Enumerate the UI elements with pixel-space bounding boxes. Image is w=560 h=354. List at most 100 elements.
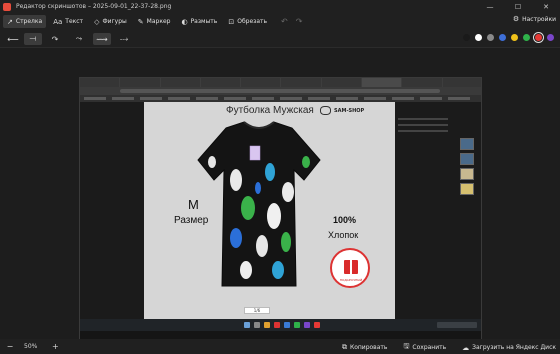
editor-canvas[interactable]: Футболка Мужская SAM-SHOP M Размер 100% … (0, 48, 560, 352)
browser-tab (281, 78, 322, 87)
color-swatch-black[interactable] (463, 34, 470, 41)
save-button[interactable]: 🖫 Сохранить (403, 342, 446, 353)
window-controls: — ☐ ✕ (476, 0, 560, 13)
cotton-label: Хлопок (328, 230, 359, 240)
gift-badge: ПОДАРОЧНЫЙ (330, 248, 370, 288)
tool-options-bar: ⟵ ⟞ ↷ ⤳ ⟿ ⤏ (0, 30, 560, 48)
text-tool[interactable]: Aa Текст (49, 15, 87, 28)
arrow-tool[interactable]: ↗ Стрелка (3, 15, 47, 28)
arrow-style-thick-icon[interactable]: ⟿ (93, 33, 111, 45)
color-swatch-gray[interactable] (487, 34, 494, 41)
crop-icon: ⊡ (228, 17, 235, 26)
marker-icon: ✎ (137, 17, 144, 26)
app-icon (313, 322, 320, 328)
crop-tool-label: Обрезать (237, 18, 268, 25)
bookmark (308, 97, 330, 100)
color-swatch-red[interactable] (535, 34, 542, 41)
window-title: Редактор скриншотов – 2025-09-01_22-37-2… (16, 3, 172, 10)
arrow-tool-label: Стрелка (15, 18, 43, 25)
text-line (398, 118, 448, 120)
crop-tool[interactable]: ⊡ Обрезать (224, 15, 271, 28)
color-swatch-white[interactable] (475, 34, 482, 41)
bookmark (168, 97, 190, 100)
bookmark (280, 97, 302, 100)
browser-tab (160, 78, 201, 87)
arrow-style-curved-icon[interactable]: ↷ (46, 33, 64, 45)
bookmark (420, 97, 442, 100)
save-icon: 🖫 (403, 342, 410, 350)
cotton-percent: 100% (333, 215, 357, 225)
shapes-tool[interactable]: ◇ Фигуры (90, 15, 131, 28)
app-icon (303, 322, 310, 328)
gear-icon: ⚙ (512, 15, 520, 23)
search-icon (253, 322, 260, 328)
brand-logo-icon (320, 106, 331, 115)
size-letter: M (188, 197, 199, 212)
bottom-bar: − 50% + ⧉ Копировать 🖫 Сохранить ☁ Загру… (0, 339, 560, 354)
minimize-button[interactable]: — (476, 0, 504, 13)
app-icon (293, 322, 300, 328)
color-swatch-green[interactable] (523, 34, 530, 41)
browser-tab (362, 78, 403, 87)
close-button[interactable]: ✕ (532, 0, 560, 13)
browser-tab (241, 78, 282, 87)
bookmark (364, 97, 386, 100)
zoom-out-button[interactable]: − (4, 342, 16, 351)
browser-tab (120, 78, 161, 87)
thumbnail-strip (460, 138, 474, 198)
bookmark (224, 97, 246, 100)
save-label: Сохранить (412, 344, 447, 351)
shapes-tool-label: Фигуры (102, 18, 127, 25)
upload-label: Загрузить на Яндекс Диск (472, 344, 556, 351)
browser-tab-strip (80, 78, 481, 87)
blur-tool[interactable]: ◐ Размыть (177, 15, 221, 28)
browser-tab (321, 78, 363, 87)
marker-tool[interactable]: ✎ Маркер (134, 15, 175, 28)
url-field (120, 89, 440, 93)
blur-tool-label: Размыть (190, 18, 218, 25)
screenshot-image[interactable]: Футболка Мужская SAM-SHOP M Размер 100% … (79, 77, 482, 352)
thumbnail (460, 168, 474, 180)
text-tool-label: Текст (65, 18, 84, 25)
copy-label: Копировать (349, 344, 388, 351)
zoom-in-button[interactable]: + (49, 342, 61, 351)
bookmark (392, 97, 414, 100)
copy-icon: ⧉ (341, 343, 347, 351)
history-controls: ↶ ↷ (281, 17, 310, 26)
title-bar: Редактор скриншотов – 2025-09-01_22-37-2… (0, 0, 560, 13)
folder-icon (263, 322, 270, 328)
thumbnail (460, 153, 474, 165)
color-swatch-blue[interactable] (499, 34, 506, 41)
bookmark (336, 97, 358, 100)
undo-icon[interactable]: ↶ (281, 17, 288, 26)
bookmark (448, 97, 470, 100)
settings-button[interactable]: ⚙ Настройки (513, 15, 556, 23)
color-swatch-yellow[interactable] (511, 34, 518, 41)
redo-icon[interactable]: ↷ (296, 17, 303, 26)
bookmark (112, 97, 134, 100)
arrow-style-marker-icon[interactable]: ⟞ (24, 33, 42, 45)
product-photo: Футболка Мужская SAM-SHOP M Размер 100% … (144, 102, 395, 319)
copy-button[interactable]: ⧉ Копировать (342, 343, 387, 352)
maximize-button[interactable]: ☐ (504, 0, 532, 13)
shapes-icon: ◇ (94, 17, 100, 26)
color-palette (458, 34, 554, 41)
marker-tool-label: Маркер (146, 18, 171, 25)
os-taskbar (80, 319, 481, 331)
arrow-style-plain-icon[interactable]: ⟵ (4, 33, 22, 45)
image-counter: 1/6 (244, 307, 270, 314)
main-toolbar: ↗ Стрелка Aa Текст ◇ Фигуры ✎ Маркер ◐ Р… (0, 13, 560, 30)
color-swatch-purple[interactable] (547, 34, 554, 41)
bookmark (84, 97, 106, 100)
arrow-style-brush-icon[interactable]: ⤏ (115, 33, 133, 45)
gift-icon (344, 260, 358, 274)
gift-badge-text: ПОДАРОЧНЫЙ (339, 278, 363, 282)
tshirt-image (197, 121, 321, 287)
upload-yandex-disk-button[interactable]: ☁ Загрузить на Яндекс Диск (462, 344, 556, 352)
system-tray (437, 322, 477, 328)
size-label: Размер (174, 215, 209, 226)
arrow-style-squiggle-icon[interactable]: ⤳ (70, 33, 88, 45)
settings-label: Настройки (522, 15, 556, 23)
bookmark (252, 97, 274, 100)
thumbnail (460, 183, 474, 195)
